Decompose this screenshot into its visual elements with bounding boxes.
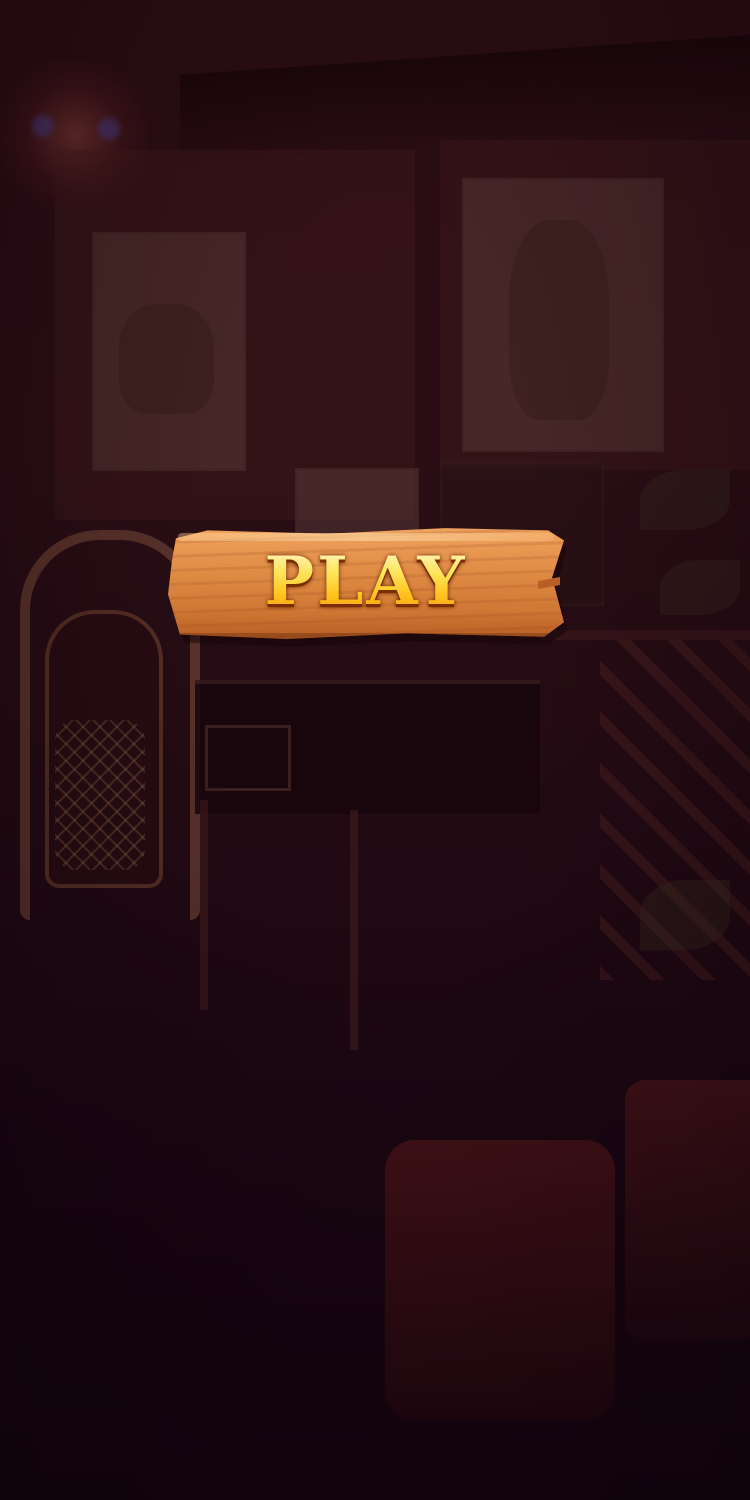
plank-highlight bbox=[178, 533, 554, 541]
play-button-label: PLAY bbox=[168, 541, 564, 621]
play-button[interactable]: PLAY bbox=[168, 527, 568, 647]
vignette-overlay bbox=[0, 0, 750, 1500]
game-start-screen: PLAY bbox=[0, 0, 750, 1500]
